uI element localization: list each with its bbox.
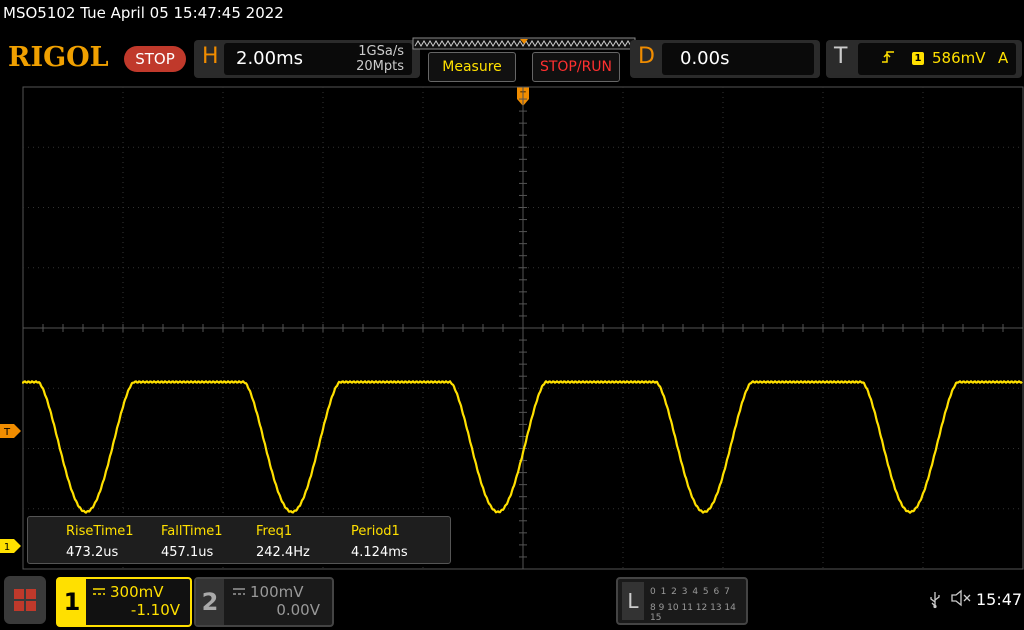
rising-edge-icon [880,49,896,69]
channel-1-number: 1 [58,579,86,625]
speaker-muted-icon[interactable] [950,589,972,611]
dc-coupling-icon [233,588,245,595]
clock: 15:47 [976,590,1023,609]
trigger-mode: A [998,49,1009,67]
horizontal-panel[interactable]: H 2.00ms 1GSa/s 20Mpts [194,40,420,78]
delay-value: 0.00s [680,48,730,69]
trigger-level-marker[interactable]: T [0,423,22,439]
timebase-value: 2.00ms [236,48,303,69]
memory-position-bar[interactable] [412,36,636,52]
run-state-badge[interactable]: STOP [124,46,186,72]
channel-2-number: 2 [196,579,224,625]
measurement-header: Period1 [351,524,400,539]
measurement-header: RiseTime1 [66,524,134,539]
channel-1-scale: 300mV [110,583,164,601]
logic-channels-low: 0 1 2 3 4 5 6 7 [650,587,731,597]
trigger-label: T [834,44,848,69]
acquisition-info: 1GSa/s 20Mpts [338,44,404,74]
channel-1-panel[interactable]: 1 300mV -1.10V [56,577,192,627]
measurement-value: 242.4Hz [256,545,310,560]
measurement-header: Freq1 [256,524,293,539]
channel-1-offset-marker[interactable]: 1 [0,538,22,554]
measurement-value: 457.1us [161,545,214,560]
memory-depth: 20Mpts [356,59,404,74]
model-datetime: MSO5102 Tue April 05 15:47:45 2022 [3,4,284,22]
channel-2-offset: 0.00V [276,601,320,619]
sample-rate: 1GSa/s [358,44,404,59]
measurement-panel: RiseTime1 FallTime1 Freq1 Period1 473.2u… [27,516,451,564]
trigger-source-badge: 1 [912,52,924,65]
grid-menu-icon [14,589,36,611]
measurement-value: 4.124ms [351,545,408,560]
measurement-value: 473.2us [66,545,119,560]
dc-coupling-icon [93,588,105,595]
channel-1-marker-label: 1 [4,542,10,553]
rigol-logo: RIGOL [8,42,109,73]
logic-channels-high: 8 9 10 11 12 13 14 15 [650,603,736,623]
trigger-level-marker-label: T [3,427,11,438]
stop-run-button[interactable]: STOP/RUN [532,52,620,82]
logic-analyzer-panel[interactable]: L 0 1 2 3 4 5 6 7 8 9 10 11 12 13 14 15 [616,577,748,625]
channel-2-panel[interactable]: 2 100mV 0.00V [194,577,334,627]
channel-1-waveform [22,380,1023,514]
trigger-panel[interactable]: T 1 586mV A [826,40,1022,78]
delay-label: D [638,44,655,69]
trigger-level: 586mV [932,49,986,67]
horizontal-label: H [202,44,219,69]
usb-icon [928,591,942,613]
channel-2-scale: 100mV [250,583,304,601]
measurement-header: FallTime1 [161,524,223,539]
logic-label: L [622,582,644,620]
main-menu-button[interactable] [4,576,46,624]
waveform-display[interactable] [22,86,1024,570]
delay-panel[interactable]: D 0.00s [630,40,820,78]
measure-button[interactable]: Measure [428,52,516,82]
channel-1-offset: -1.10V [130,601,180,619]
